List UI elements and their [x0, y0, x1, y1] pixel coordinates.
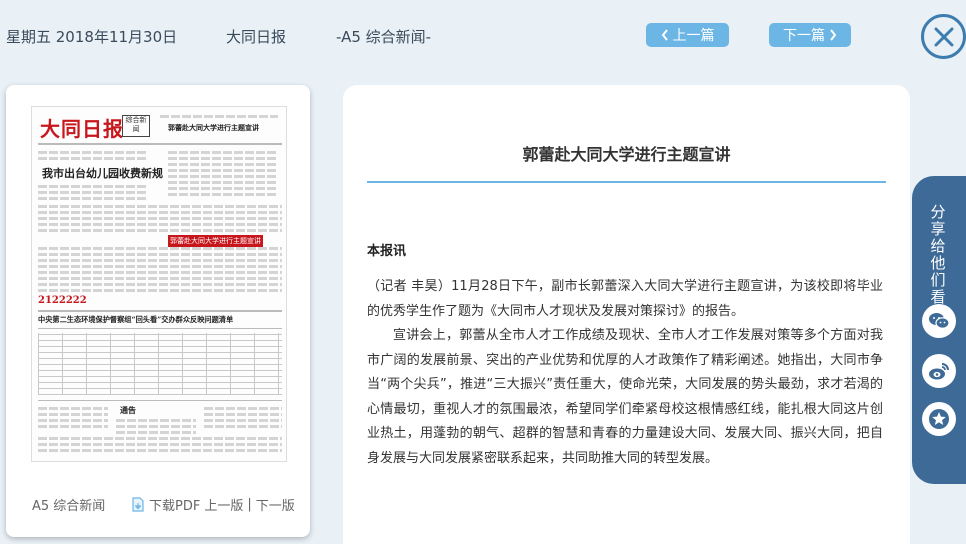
prev-article-label: 上一篇 — [672, 28, 715, 44]
thumbnail-text — [204, 413, 282, 416]
article-paragraph: 宣讲会上，郭蕾从全市人才工作成绩及现状、全市人才工作发展对策等多个方面对我市广阔… — [367, 328, 883, 466]
thumbnail-text — [38, 277, 282, 280]
prev-page-link[interactable]: 上一版 — [204, 495, 243, 514]
thumbnail-text — [38, 247, 282, 250]
star-icon — [929, 409, 949, 429]
thumbnail-text — [38, 211, 282, 214]
thumbnail-text — [38, 265, 282, 268]
page-links: 下载PDF 上一版 | 下一版 — [131, 495, 295, 514]
thumbnail-text — [168, 181, 278, 184]
thumbnail-text — [168, 157, 278, 160]
prev-article-button[interactable]: 上一篇 — [646, 23, 729, 47]
thumbnail-text — [204, 419, 282, 422]
share-panel: 分享给他们看看 — [910, 174, 966, 486]
thumbnail-text — [38, 259, 282, 262]
thumbnail-text — [116, 431, 196, 434]
share-wechat-button[interactable] — [922, 304, 956, 338]
thumbnail-number: 2122222 — [38, 295, 87, 306]
thumbnail-text — [38, 253, 282, 256]
top-bar: 星期五 2018年11月30日 大同日报 -A5 综合新闻- 上一篇 下一篇 — [0, 0, 966, 72]
next-page-link[interactable]: 下一版 — [256, 495, 295, 514]
thumbnail-text — [168, 163, 278, 166]
thumbnail-text — [38, 217, 282, 220]
next-article-button[interactable]: 下一篇 — [769, 23, 851, 47]
thumbnail-text — [116, 425, 196, 428]
article-body: （记者 丰昊）11月28日下午，副市长郭蕾深入大同大学进行主题宣讲，为该校即将毕… — [367, 275, 883, 471]
thumbnail-text — [38, 157, 148, 160]
share-weibo-button[interactable] — [922, 354, 956, 388]
article-paragraph: （记者 丰昊）11月28日下午，副市长郭蕾深入大同大学进行主题宣讲，为该校即将毕… — [367, 279, 883, 319]
thumbnail-text — [116, 419, 196, 422]
chevron-left-icon — [661, 29, 668, 41]
thumbnail-notice: 通告 — [120, 405, 136, 415]
thumbnail-text — [38, 289, 282, 292]
thumbnail-text — [168, 151, 278, 154]
thumbnail-text — [160, 115, 278, 118]
page-preview-card: 大同日报 综合新闻 郭蕾赴大同大学进行主题宣讲 我市出台幼儿园收费新规 郭蕾赴大… — [6, 85, 310, 537]
thumbnail-text — [168, 187, 278, 190]
thumbnail-text — [38, 271, 282, 274]
thumbnail-rule — [38, 400, 282, 401]
thumbnail-rule — [38, 328, 282, 329]
thumbnail-text — [38, 229, 282, 232]
weibo-icon — [929, 363, 949, 380]
thumbnail-red-banner: 郭蕾赴大同大学进行主题宣讲 — [168, 235, 263, 247]
thumbnail-masthead: 大同日报 — [40, 117, 124, 141]
thumbnail-text — [168, 169, 278, 172]
thumbnail-text — [38, 283, 282, 286]
thumbnail-text — [38, 223, 282, 226]
thumbnail-text — [168, 193, 278, 196]
thumbnail-rule — [38, 310, 282, 312]
thumbnail-section-badge: 综合新闻 — [122, 115, 150, 137]
close-icon — [934, 27, 953, 46]
download-pdf-link[interactable]: 下载PDF — [149, 495, 200, 514]
thumbnail-text — [38, 151, 148, 154]
share-favorite-button[interactable] — [922, 402, 956, 436]
article-title: 郭蕾赴大同大学进行主题宣讲 — [522, 145, 731, 164]
article-panel: 郭蕾赴大同大学进行主题宣讲 本报讯 （记者 丰昊）11月28日下午，副市长郭蕾深… — [343, 85, 910, 544]
close-button[interactable] — [921, 14, 966, 59]
thumbnail-headline-top: 郭蕾赴大同大学进行主题宣讲 — [168, 123, 259, 132]
pdf-file-icon — [132, 497, 144, 512]
thumbnail-text — [168, 175, 278, 178]
thumbnail-text — [38, 205, 282, 208]
thumbnail-text — [38, 185, 148, 188]
thumbnail-text — [38, 437, 282, 440]
page-link-separator: | — [247, 497, 252, 512]
issue-date: 星期五 2018年11月30日 — [6, 28, 178, 46]
thumbnail-text — [204, 407, 282, 410]
page-section-label: A5 综合新闻 — [32, 499, 106, 514]
thumbnail-text — [38, 413, 108, 416]
thumbnail-text — [38, 197, 148, 200]
thumbnail-headline-main: 我市出台幼儿园收费新规 — [42, 167, 163, 180]
thumbnail-table — [38, 333, 282, 395]
title-divider — [367, 181, 886, 183]
section-name: -A5 综合新闻- — [336, 28, 432, 46]
newspaper-name: 大同日报 — [226, 28, 287, 46]
thumbnail-text — [204, 425, 282, 428]
thumbnail-headline-2: 中央第二生态环境保护督察组“回头看”交办群众反映问题清单 — [38, 315, 234, 324]
chevron-right-icon — [830, 29, 837, 41]
thumbnail-text — [38, 419, 108, 422]
thumbnail-text — [38, 425, 108, 428]
thumbnail-rule — [38, 143, 282, 145]
wechat-icon — [929, 313, 950, 329]
article-source: 本报讯 — [367, 244, 407, 259]
newspaper-page-thumbnail[interactable]: 大同日报 综合新闻 郭蕾赴大同大学进行主题宣讲 我市出台幼儿园收费新规 郭蕾赴大… — [31, 106, 287, 462]
next-article-label: 下一篇 — [783, 28, 825, 44]
thumbnail-text — [38, 191, 148, 194]
thumbnail-text — [38, 407, 108, 410]
thumbnail-text — [38, 443, 282, 446]
thumbnail-text — [38, 449, 282, 452]
